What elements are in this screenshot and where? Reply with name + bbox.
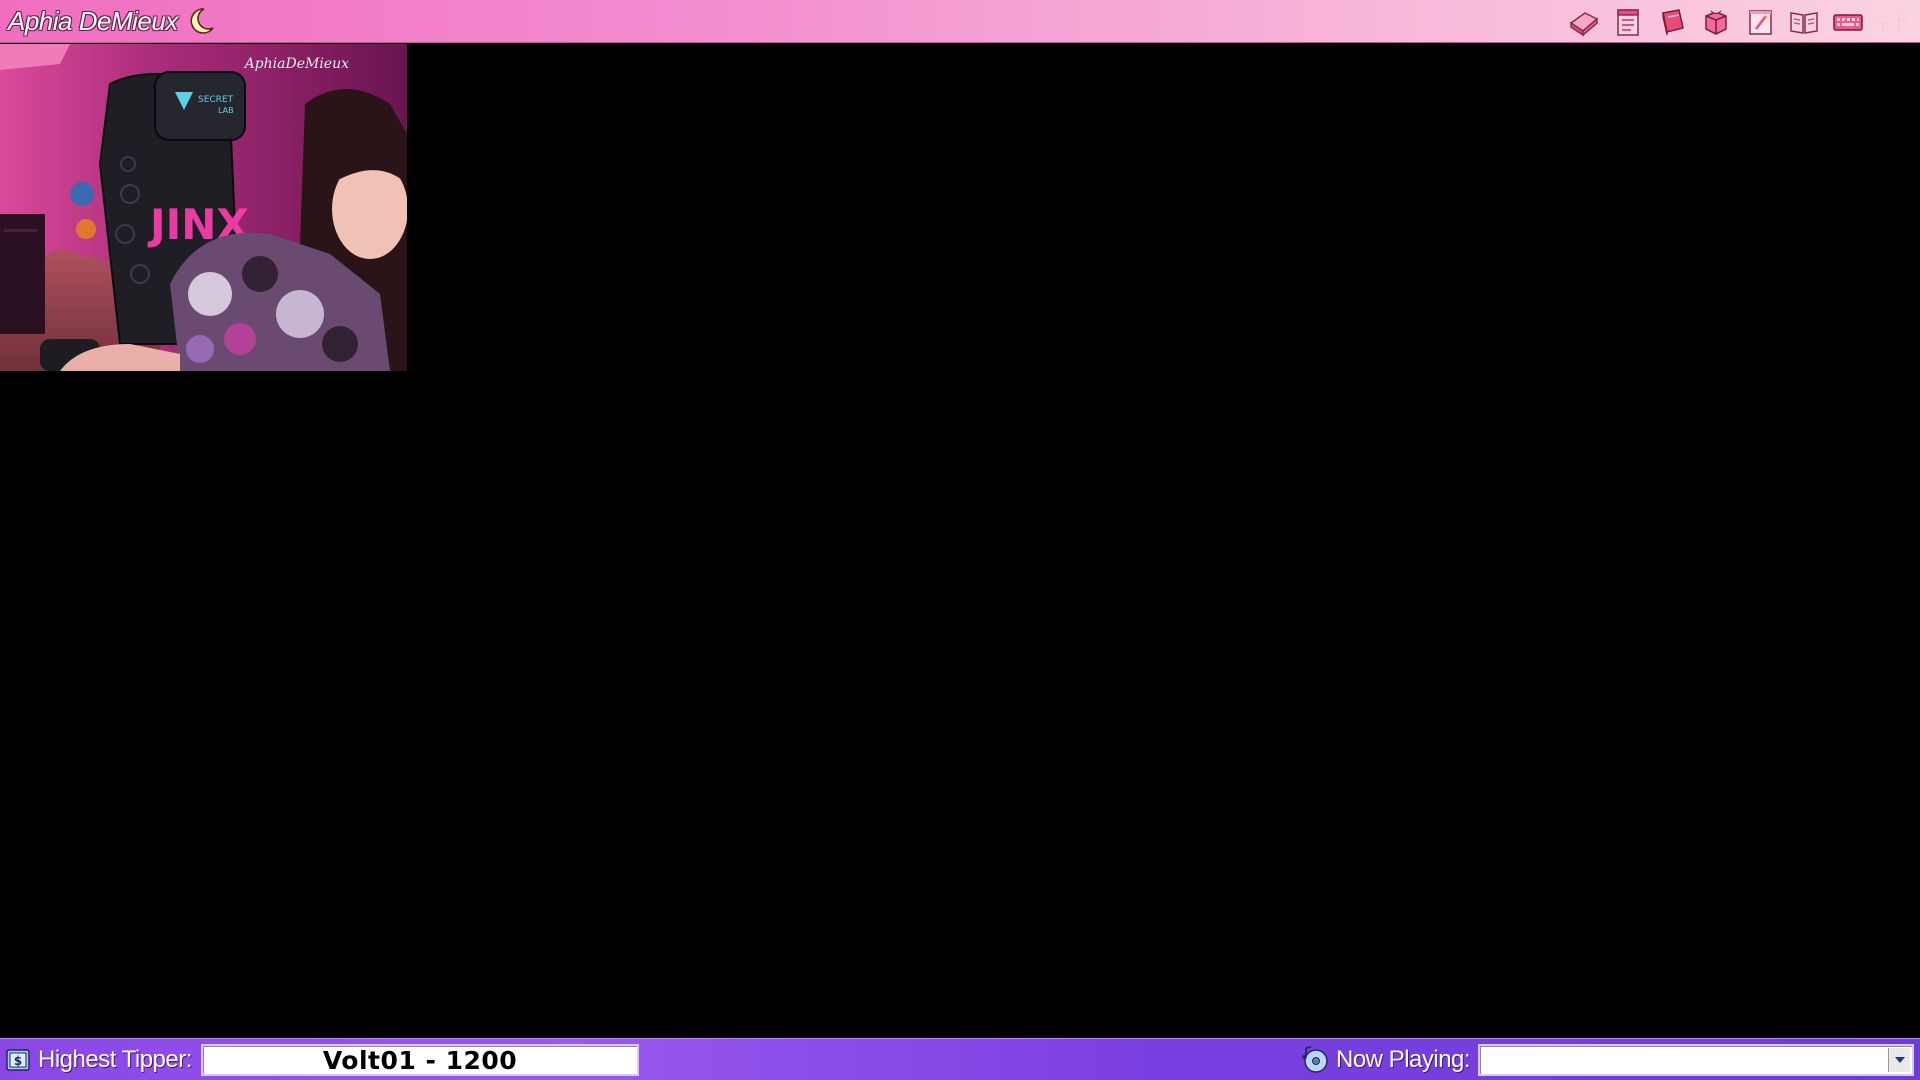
now-playing-field[interactable] [1478,1044,1914,1076]
highest-tipper-field: Volt01 - 1200 [201,1044,639,1076]
svg-text:LAB: LAB [218,106,234,115]
bottom-bar: $ Highest Tipper: Volt01 - 1200 Now Play… [0,1038,1920,1080]
top-bar: Aphia DeMieux [0,0,1920,43]
notepad-icon[interactable] [1610,6,1646,38]
open-book-icon[interactable] [1786,6,1822,38]
svg-text:$: $ [14,1054,22,1068]
highest-tipper-value: Volt01 - 1200 [322,1045,518,1075]
now-playing-group: Now Playing: [1300,1044,1471,1076]
title-group: Aphia DeMieux [8,5,216,37]
crescent-moon-icon [186,6,216,36]
sticky-note-icon[interactable] [1742,6,1778,38]
highest-tipper-label: Highest Tipper: [38,1046,192,1073]
webcam-scene: SECRET LAB JINX [0,44,407,371]
keyboard-icon[interactable] [1830,6,1866,38]
streamer-name-title: Aphia DeMieux [8,5,178,36]
palm-tree-icon [1874,6,1910,38]
money-icon: $ [4,1046,32,1074]
music-disc-icon [1300,1045,1330,1075]
webcam-watermark: AphiaDeMieux [244,56,349,72]
book-icon[interactable] [1654,6,1690,38]
now-playing-dropdown-button[interactable] [1888,1048,1910,1072]
chevron-down-icon [1894,1057,1905,1063]
webcam-feed: SECRET LAB JINX AphiaDeMieux [0,44,407,371]
gift-box-icon[interactable] [1698,6,1734,38]
highest-tipper-group: $ Highest Tipper: [4,1044,192,1076]
tray-icons [1566,5,1910,39]
now-playing-label: Now Playing: [1336,1046,1471,1073]
soap-icon[interactable] [1566,6,1602,38]
svg-text:SECRET: SECRET [198,95,234,105]
